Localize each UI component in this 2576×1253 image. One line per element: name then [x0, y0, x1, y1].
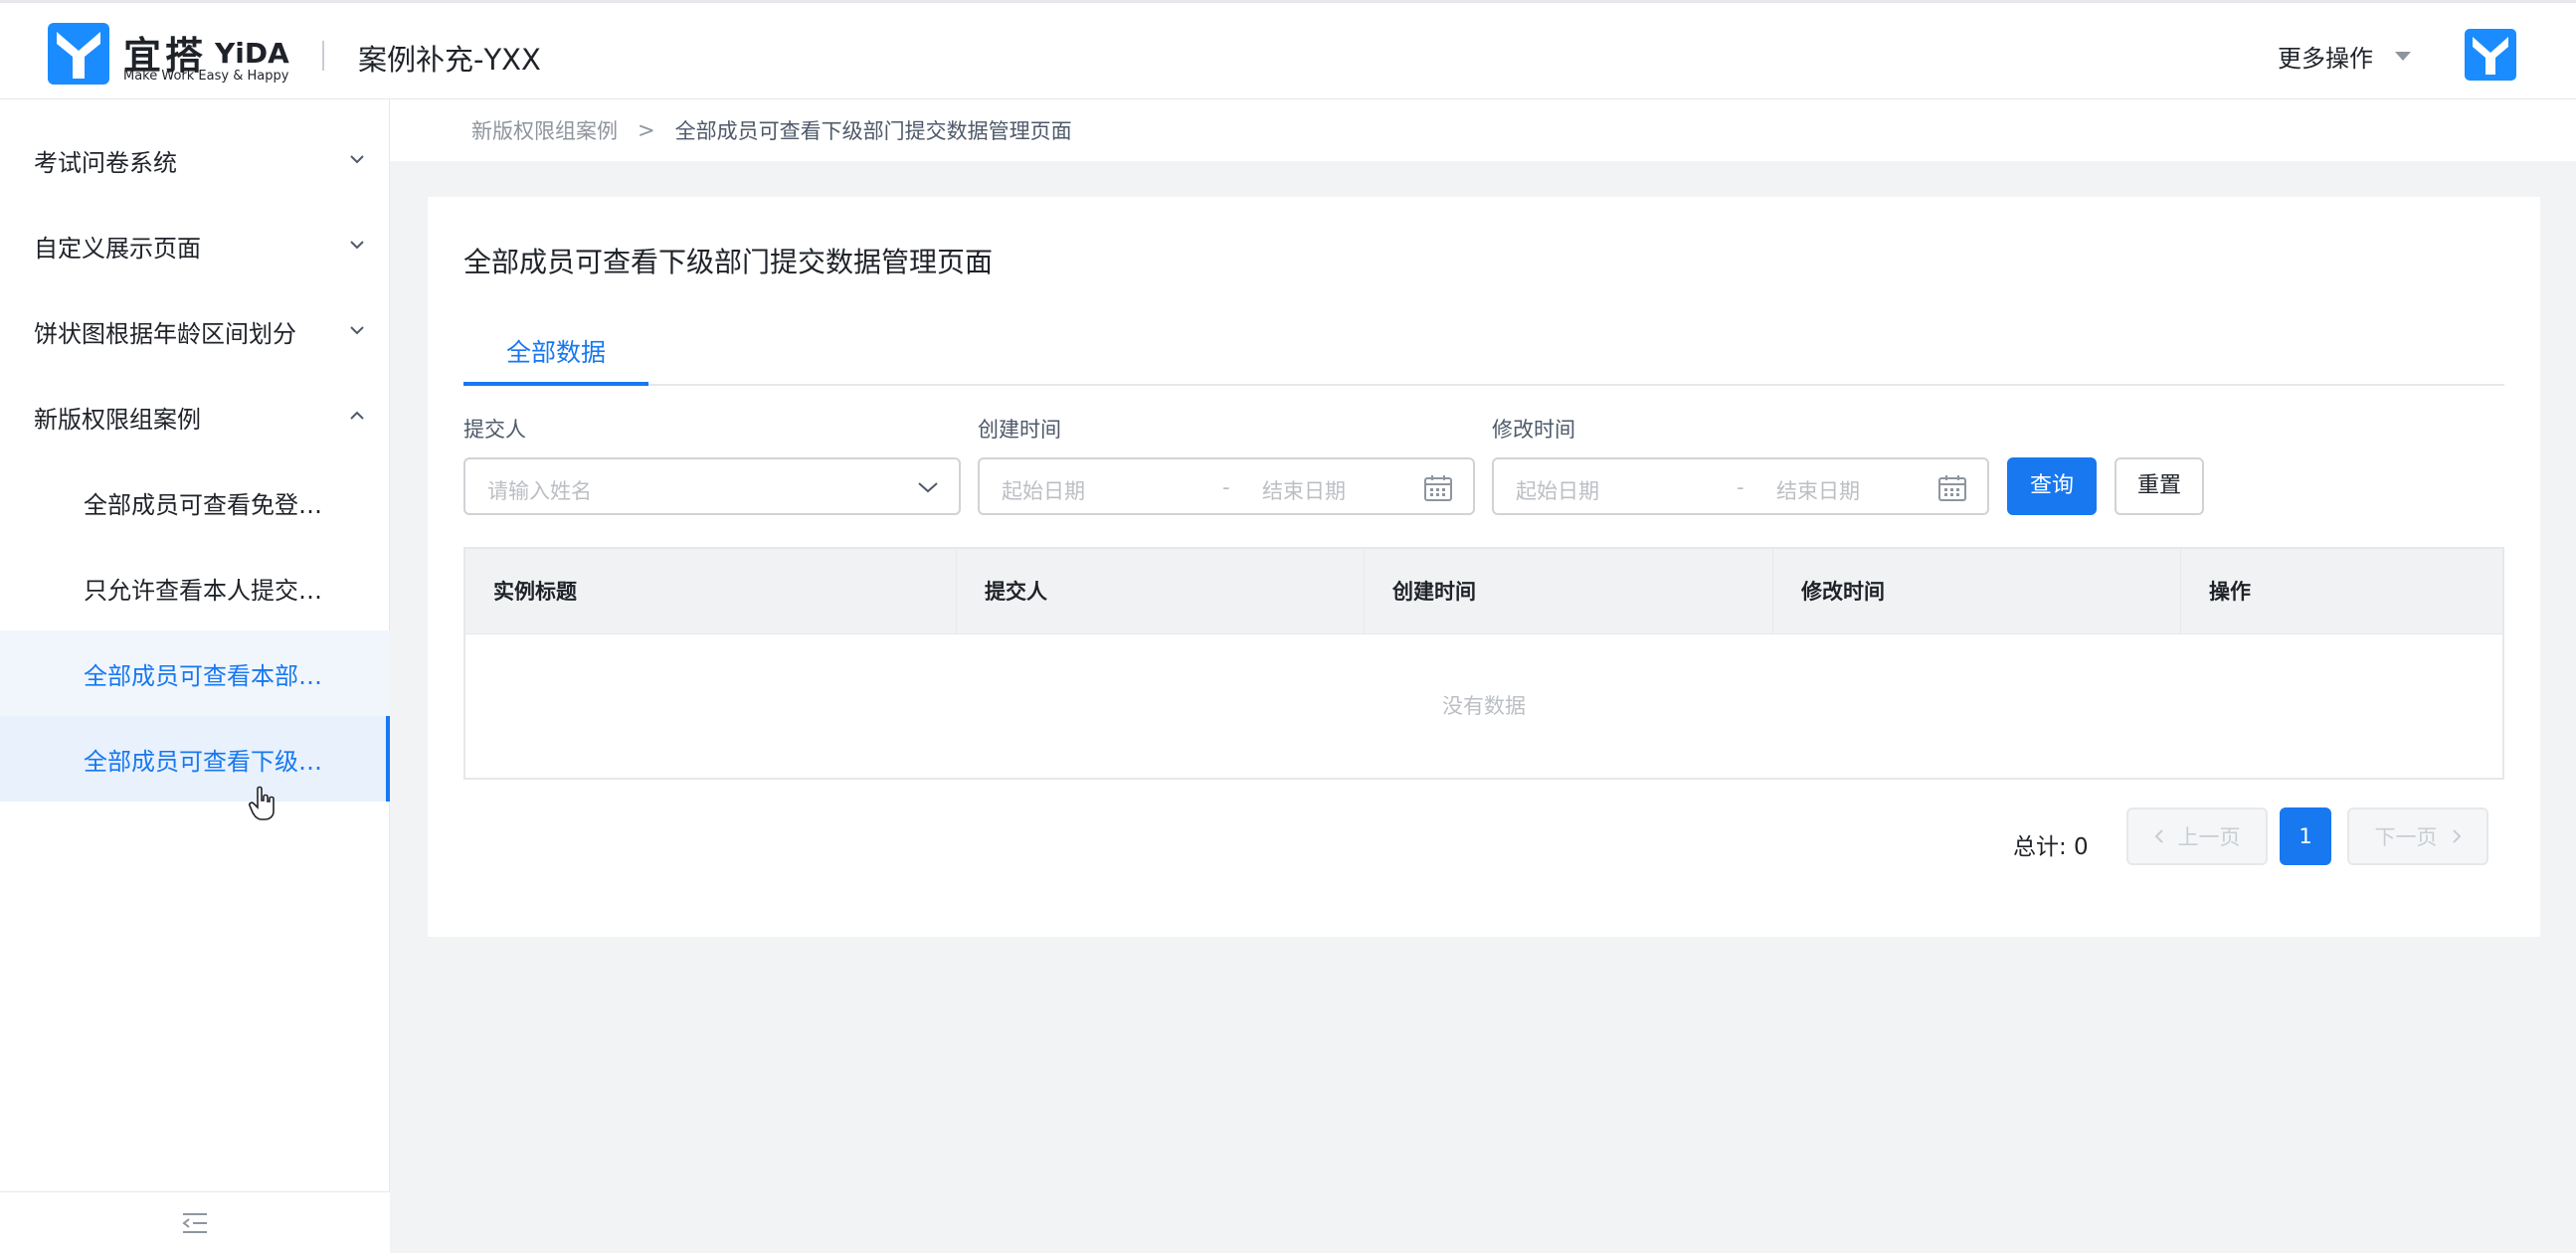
modified-end-date-input[interactable]: 结束日期	[1776, 475, 1860, 505]
sidebar-item-label: 只允许查看本人提交…	[84, 576, 322, 605]
sidebar-item-own-department[interactable]: 全部成员可查看本部…	[0, 630, 390, 716]
breadcrumb-current: 全部成员可查看下级部门提交数据管理页面	[674, 119, 1072, 143]
created-start-date-input[interactable]: 起始日期	[1002, 475, 1085, 505]
top-header: 宜搭 YiDA Make Work Easy & Happy 案例补充-YXX …	[0, 0, 2576, 99]
tab-bar: 全部数据	[463, 328, 2504, 386]
prev-page-button[interactable]: 上一页	[2126, 807, 2268, 865]
submitter-label: 提交人	[463, 418, 526, 442]
reset-button[interactable]: 重置	[2115, 457, 2204, 515]
sidebar-group-label: 新版权限组案例	[34, 405, 201, 434]
chevron-down-icon	[350, 155, 364, 164]
chevron-up-icon	[350, 411, 364, 420]
sidebar-item-sub-department[interactable]: 全部成员可查看下级…	[0, 716, 390, 802]
sidebar-group-label: 饼状图根据年龄区间划分	[34, 319, 296, 348]
submitter-placeholder: 请输入姓名	[487, 479, 592, 503]
tab-all-data[interactable]: 全部数据	[463, 328, 648, 386]
breadcrumb-parent-link[interactable]: 新版权限组案例	[471, 115, 618, 145]
collapse-sidebar-icon[interactable]	[179, 1210, 211, 1236]
column-header-title[interactable]: 实例标题	[465, 549, 957, 634]
sidebar-group-label: 自定义展示页面	[34, 234, 201, 263]
column-header-created-time[interactable]: 创建时间	[1365, 549, 1773, 634]
created-date-range-picker[interactable]: 起始日期 - 结束日期	[978, 457, 1475, 515]
range-dash: -	[1222, 475, 1230, 499]
prev-page-label: 上一页	[2177, 825, 2241, 849]
column-header-actions: 操作	[2209, 580, 2251, 604]
breadcrumb-separator: >	[638, 118, 655, 142]
sidebar-footer	[0, 1191, 390, 1253]
sidebar-group-permission[interactable]: 新版权限组案例	[0, 374, 390, 459]
more-actions-label: 更多操作	[2278, 45, 2373, 73]
sidebar-item-label: 全部成员可查看下级…	[84, 747, 322, 776]
range-dash: -	[1737, 475, 1745, 499]
sidebar-group-custom-page[interactable]: 自定义展示页面	[0, 203, 390, 288]
logo-slogan: Make Work Easy & Happy	[123, 69, 289, 84]
chevron-down-icon	[350, 241, 364, 250]
more-actions-dropdown[interactable]: 更多操作	[2278, 39, 2411, 74]
main-card: 全部成员可查看下级部门提交数据管理页面 全部数据 提交人 创建时间 修改时间 请…	[428, 197, 2540, 937]
modified-start-date-input[interactable]: 起始日期	[1516, 475, 1599, 505]
table-header: 实例标题 提交人 创建时间 修改时间 操作	[465, 549, 2502, 634]
hand-cursor-icon	[249, 786, 275, 820]
column-header-modified-time[interactable]: 修改时间	[1773, 549, 2181, 634]
caret-down-icon	[2395, 52, 2411, 61]
chevron-left-icon	[2154, 829, 2163, 843]
created-time-label: 创建时间	[978, 418, 1061, 442]
sidebar-group-label: 考试问卷系统	[34, 148, 177, 177]
chevron-down-icon	[918, 482, 938, 493]
sidebar-item-self-submit-only[interactable]: 只允许查看本人提交…	[0, 545, 390, 630]
chevron-right-icon	[2452, 829, 2461, 843]
column-header-submitter[interactable]: 提交人	[957, 549, 1365, 634]
calendar-icon	[1938, 475, 1966, 501]
data-table: 实例标题 提交人 创建时间 修改时间 操作 没有数据	[463, 547, 2504, 780]
modified-date-range-picker[interactable]: 起始日期 - 结束日期	[1492, 457, 1989, 515]
search-button[interactable]: 查询	[2007, 457, 2097, 515]
breadcrumb: 新版权限组案例 > 全部成员可查看下级部门提交数据管理页面	[390, 99, 2576, 161]
sidebar-item-label: 全部成员可查看免登…	[84, 490, 322, 519]
app-title[interactable]: 案例补充-YXX	[358, 37, 541, 79]
sidebar-nav: 考试问卷系统 自定义展示页面 饼状图根据年龄区间划分 新版权限组案例 全部成员可…	[0, 99, 390, 1253]
sidebar-group-pie-chart[interactable]: 饼状图根据年龄区间划分	[0, 288, 390, 374]
page-title: 全部成员可查看下级部门提交数据管理页面	[463, 246, 994, 278]
empty-state-text: 没有数据	[1442, 694, 1526, 718]
next-page-button[interactable]: 下一页	[2347, 807, 2488, 865]
next-page-label: 下一页	[2374, 825, 2438, 849]
app-logo-icon[interactable]	[2465, 29, 2516, 81]
yida-logo-icon[interactable]	[48, 23, 109, 85]
page-number-current[interactable]: 1	[2280, 807, 2331, 865]
logo-en-text: YiDA	[215, 37, 289, 70]
total-count: 总计: 0	[2013, 834, 2089, 860]
sidebar-item-label: 全部成员可查看本部…	[84, 661, 322, 690]
title-divider	[322, 41, 324, 71]
submitter-select[interactable]: 请输入姓名	[463, 457, 961, 515]
calendar-icon	[1424, 475, 1452, 501]
created-end-date-input[interactable]: 结束日期	[1262, 475, 1346, 505]
chevron-down-icon	[350, 326, 364, 335]
modified-time-label: 修改时间	[1492, 418, 1575, 442]
sidebar-item-all-members-free-login[interactable]: 全部成员可查看免登…	[0, 459, 390, 545]
sidebar-group-exam[interactable]: 考试问卷系统	[0, 117, 390, 203]
